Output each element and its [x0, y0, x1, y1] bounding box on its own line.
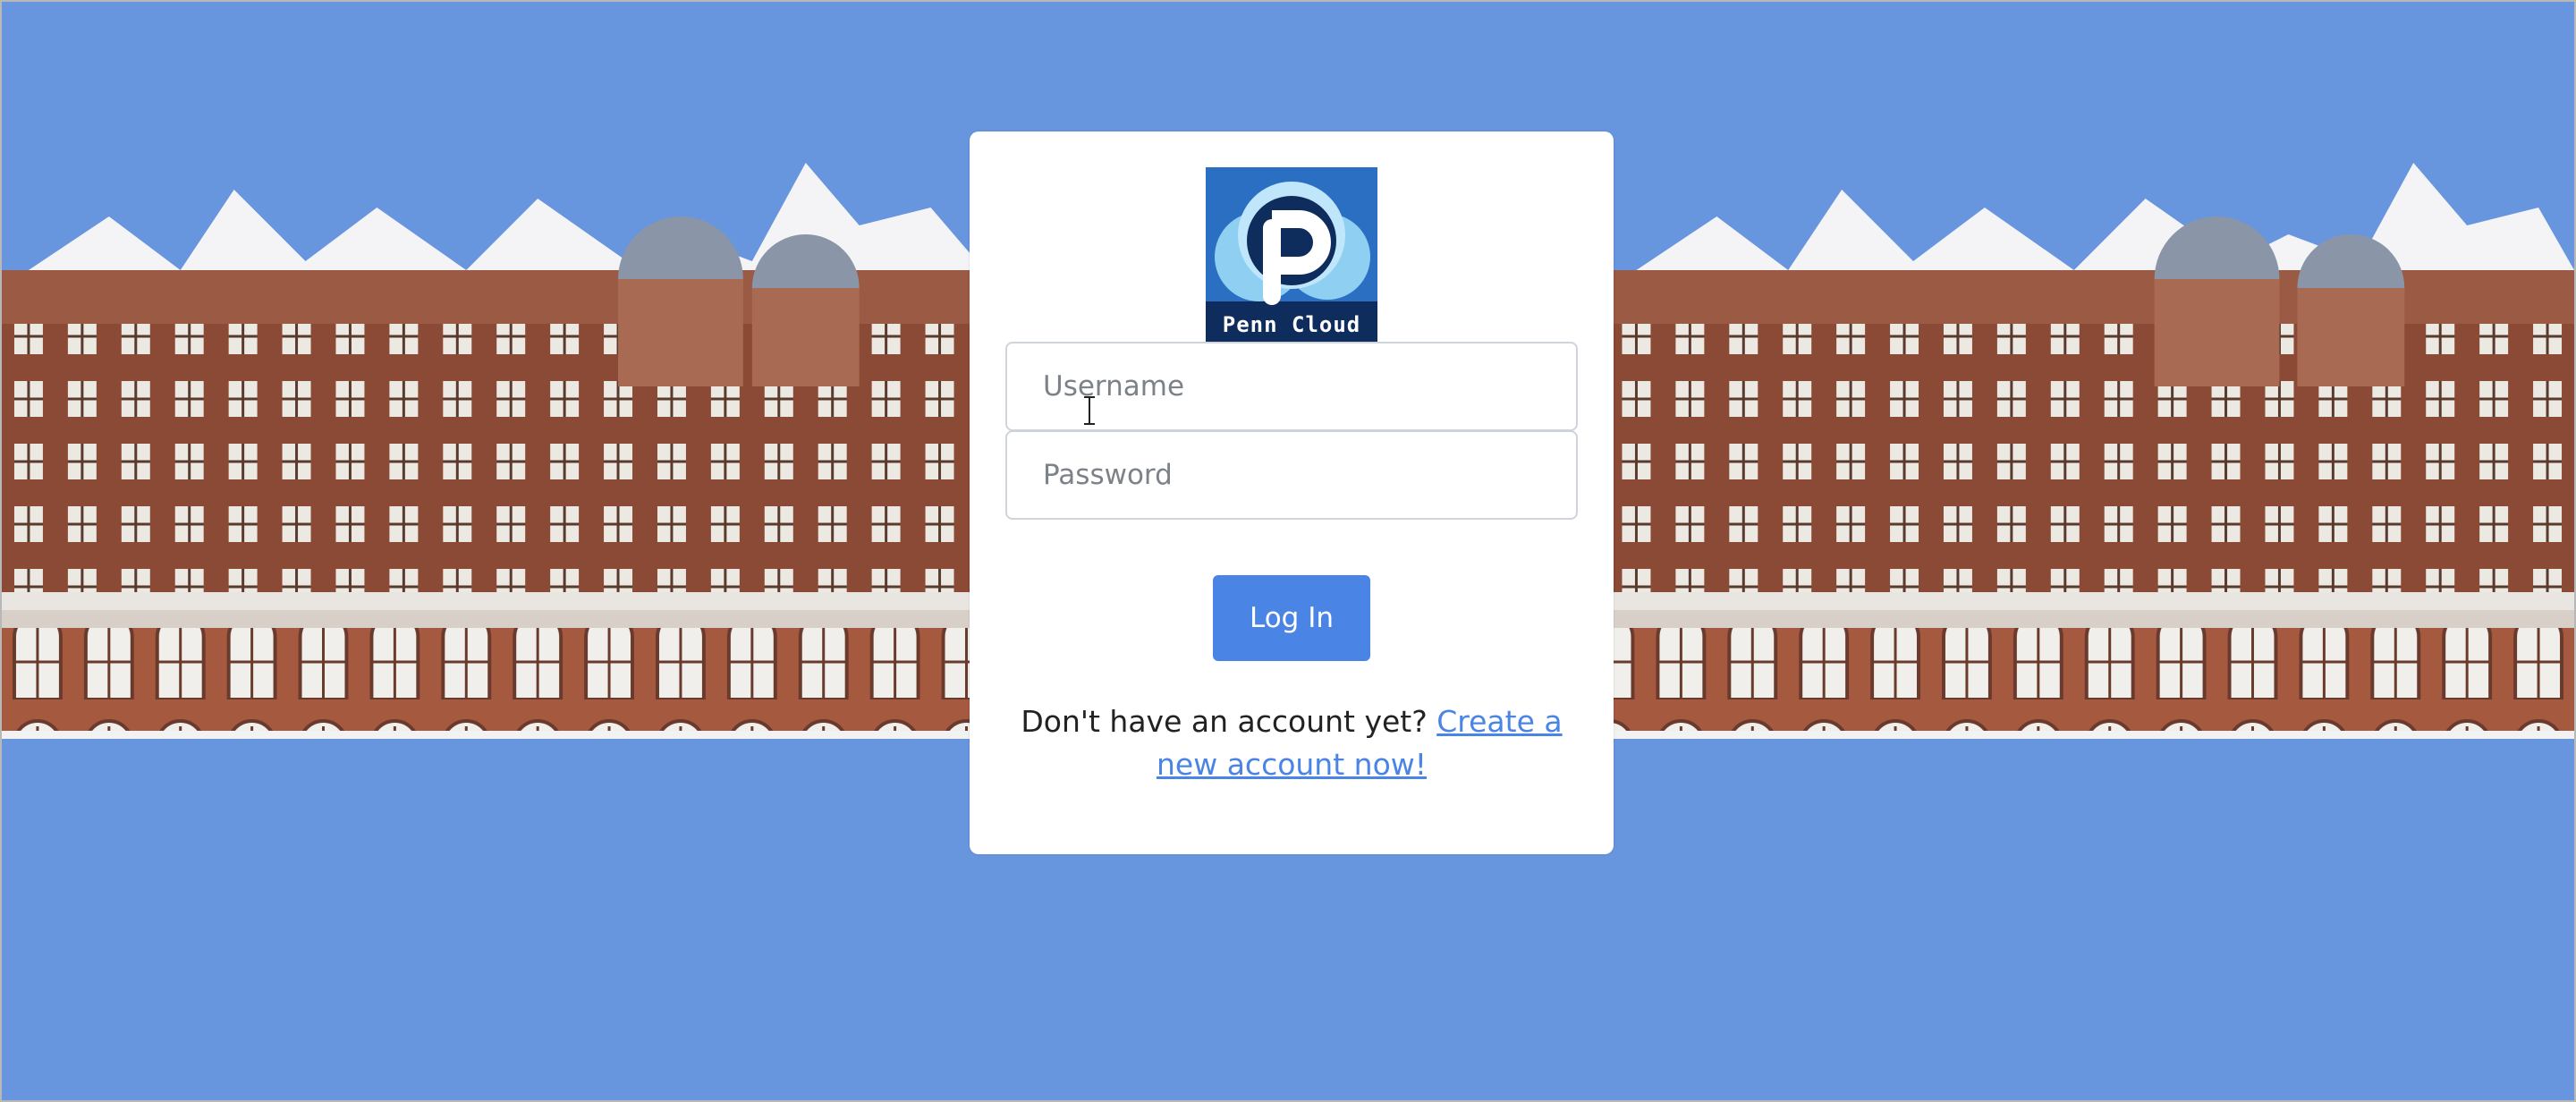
password-input[interactable] [1005, 430, 1578, 520]
text-cursor-icon [1084, 396, 1095, 425]
login-card: Penn Cloud Log In Don't have an account … [970, 131, 1614, 854]
logo-text: Penn Cloud [1222, 312, 1361, 337]
penn-cloud-logo: Penn Cloud [1206, 167, 1377, 343]
signup-prompt: Don't have an account yet? Create a new … [1005, 700, 1578, 786]
login-button[interactable]: Log In [1213, 575, 1370, 661]
signup-prompt-text: Don't have an account yet? [1021, 704, 1437, 739]
